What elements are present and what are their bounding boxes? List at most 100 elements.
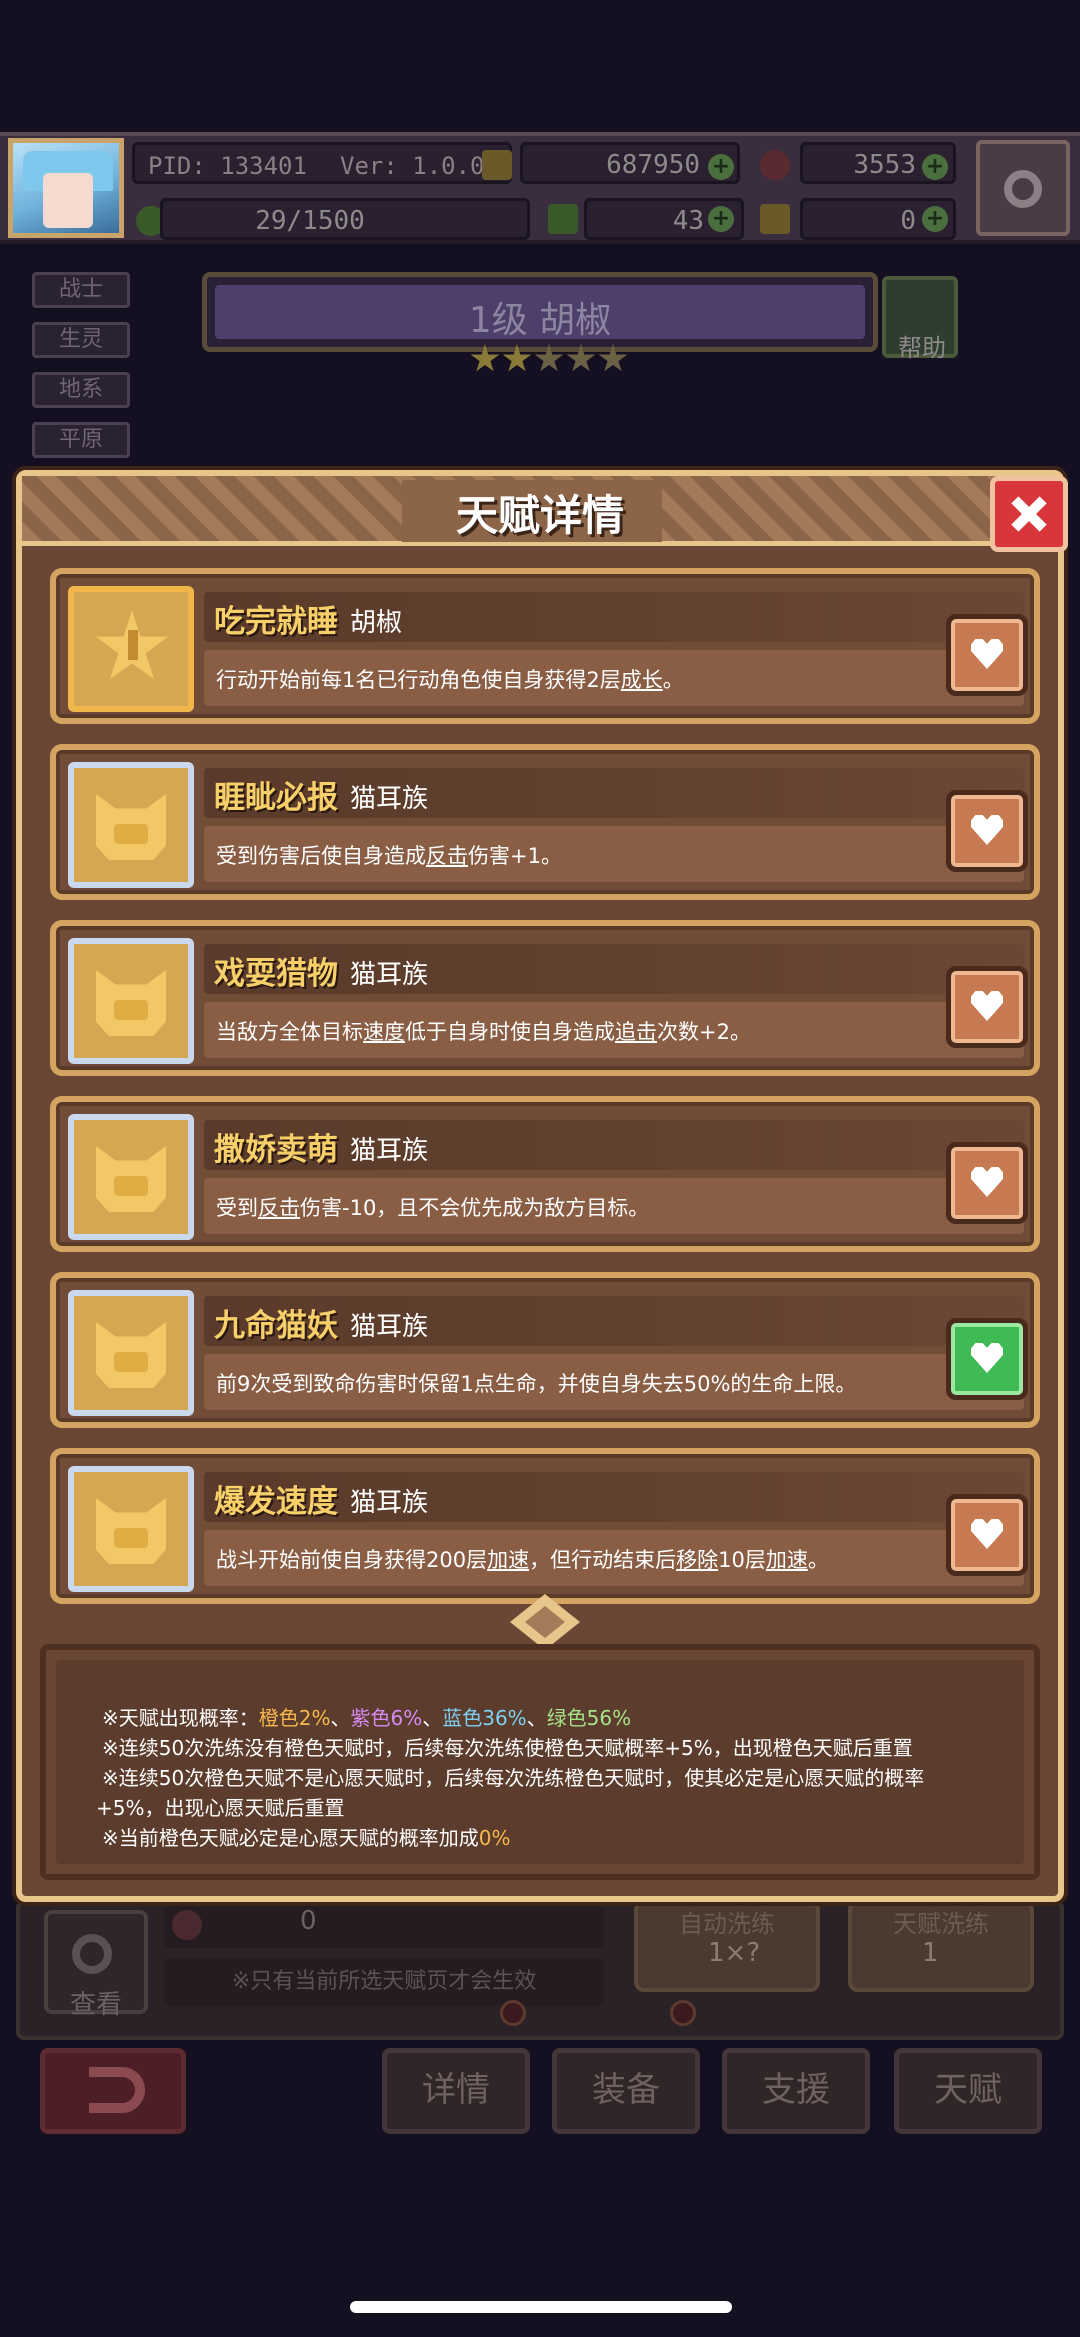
modal-header: 天赋详情 [22,476,1058,546]
talent-name: 爆发速度 [214,1484,338,1520]
gold-plus-icon[interactable]: + [708,154,734,180]
keyword-link[interactable]: 加速 [487,1548,529,1572]
talent-card: 爆发速度 猫耳族 战斗开始前使自身获得200层加速，但行动结束后移除10层加速。 [50,1448,1040,1604]
note-line-rates: ※天赋出现概率：橙色2%、紫色6%、蓝色36%、绿色56% [102,1702,631,1731]
star-icon [502,344,532,372]
boot-icon [760,204,790,234]
gear-icon [1004,170,1042,208]
talent-card: 撒娇卖萌 猫耳族 受到反击伤害-10，且不会优先成为敌方目标。 [50,1096,1040,1252]
note-line-pity-orange: ※连续50次洗练没有橙色天赋时，后续每次洗练使橙色天赋概率+5%，出现橙色天赋后… [102,1736,913,1760]
desc-text: 受到 [216,1196,258,1220]
gem-value: 3553 [853,150,916,180]
rate-sep: 、 [526,1706,547,1730]
note-line-pity-wish-cont: +5%，出现心愿天赋后重置 [96,1796,345,1820]
talent-desc: 受到反击伤害-10，且不会优先成为敌方目标。 [216,1192,649,1222]
wish-heart-button[interactable] [946,966,1028,1048]
potion-counter-value: 0 [300,1906,317,1936]
tag-class: 战士 [32,272,130,308]
cat-face-icon [114,1528,148,1548]
potion-icon [172,1910,202,1940]
nav-equip[interactable]: 装备 [552,2048,700,2134]
talent-wash-label: 天赋洗练 [893,1910,989,1938]
back-arrow-icon [89,2067,145,2113]
avatar[interactable] [8,138,124,238]
talent-icon-frame [68,1290,194,1416]
exp-value: 29/1500 [255,206,365,236]
star-rating [470,344,630,378]
rate-purple: 紫色6% [350,1706,423,1730]
talent-desc: 当敌方全体目标速度低于自身时使自身造成追击次数+2。 [216,1016,751,1046]
rate-sep: 、 [330,1706,351,1730]
nav-support[interactable]: 支援 [722,2048,870,2134]
wish-heart-button[interactable] [946,1142,1028,1224]
auto-wash-value: 1×? [708,1938,761,1968]
keyword-link[interactable]: 成长 [621,668,663,692]
wish-heart-button[interactable] [946,790,1028,872]
tag-terrain: 平原 [32,422,130,458]
boot-plus-icon[interactable]: + [922,206,948,232]
bonus-value: 0% [478,1826,511,1850]
talent-icon-frame [68,1114,194,1240]
wish-heart-button[interactable] [946,1494,1028,1576]
clover-plus-icon[interactable]: + [708,206,734,232]
auto-wash-label: 自动洗练 [679,1910,775,1938]
keyword-link[interactable]: 速度 [363,1020,405,1044]
nav-talent[interactable]: 天赋 [894,2048,1042,2134]
desc-text: 受到伤害后使自身造成 [216,844,426,868]
desc-text: 次数+2。 [657,1020,751,1044]
note-bonus-prefix: ※当前橙色天赋必定是心愿天赋的概率加成 [102,1826,479,1850]
note-line-pity-wish: ※连续50次橙色天赋不是心愿天赋时，后续每次洗练橙色天赋时，使其必定是心愿天赋的… [102,1766,925,1790]
boot-value: 0 [900,206,916,236]
talent-race: 胡椒 [350,608,403,638]
note-line-current-bonus: ※当前橙色天赋必定是心愿天赋的概率加成0% [102,1822,511,1851]
auto-wash-button[interactable]: 自动洗练 1×? [634,1900,820,1992]
rate-orange: 橙色2% [258,1706,331,1730]
desc-text: 前9次受到致命伤害时保留1点生命，并使自身失去50%的生命上限。 [216,1372,857,1396]
rate-green: 绿色56% [546,1706,632,1730]
talent-name: 九命猫妖 [214,1308,338,1344]
rate-blue: 蓝色36% [442,1706,527,1730]
wish-heart-button[interactable] [946,614,1028,696]
talent-desc: 受到伤害后使自身造成反击伤害+1。 [216,840,562,870]
settings-button[interactable] [976,140,1070,236]
probability-notes: ※天赋出现概率：橙色2%、紫色6%、蓝色36%、绿色56% ※连续50次洗练没有… [40,1644,1040,1880]
desc-text: ，但行动结束后 [529,1548,677,1572]
talent-name: 戏耍猎物 [214,956,338,992]
talent-wash-button[interactable]: 天赋洗练 1 [848,1900,1034,1992]
keyword-link[interactable]: 移除 [676,1548,718,1572]
modal-title: 天赋详情 [455,491,624,540]
desc-text: 。 [662,668,684,692]
gem-icon [760,150,790,180]
home-indicator[interactable] [350,2301,732,2313]
heart-icon [971,1343,1003,1373]
desc-text: 行动开始前每1名已行动角色使自身获得2层 [216,668,621,692]
talent-race: 猫耳族 [350,784,429,814]
help-label: 帮助 [898,334,946,362]
keyword-link[interactable]: 加速 [766,1548,808,1572]
star-icon [566,344,596,372]
counter-note: ※只有当前所选天赋页才会生效 [164,1958,604,2006]
desc-text: 10层 [718,1548,766,1572]
version-badge-icon [482,150,512,180]
nav-details[interactable]: 详情 [382,2048,530,2134]
desc-text: 伤害-10，且不会优先成为敌方目标。 [300,1196,650,1220]
heart-icon [971,639,1003,669]
talent-detail-modal: 天赋详情 吃完就睡 胡椒 行动开始前每1名已行动角色使自身获得2层成长。 睚眦必… [16,470,1068,1902]
gold-value: 687950 [606,150,700,180]
desc-text: 战斗开始前使自身获得200层 [216,1548,488,1572]
desc-text: 伤害+1。 [468,844,562,868]
gem-plus-icon[interactable]: + [922,154,948,180]
wish-heart-button-selected[interactable] [946,1318,1028,1400]
pid-text: PID: 133401 [148,152,307,180]
keyword-link[interactable]: 反击 [426,844,468,868]
heart-icon [971,1167,1003,1197]
talent-name: 睚眦必报 [214,780,338,816]
cat-face-icon [114,1352,148,1372]
desc-text: 当敌方全体目标 [216,1020,363,1044]
close-button[interactable] [990,476,1068,552]
talent-race: 猫耳族 [350,1312,429,1342]
back-button[interactable] [40,2048,186,2134]
keyword-link[interactable]: 反击 [258,1196,300,1220]
keyword-link[interactable]: 追击 [615,1020,657,1044]
tag-type: 生灵 [32,322,130,358]
